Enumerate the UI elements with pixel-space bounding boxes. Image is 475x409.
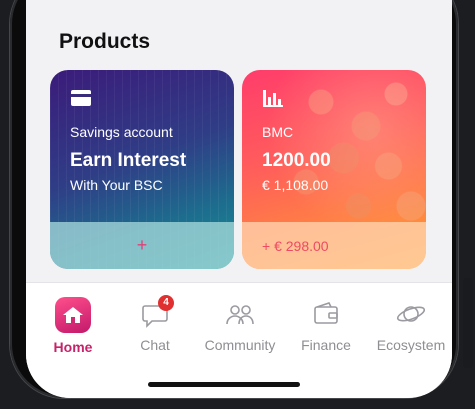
tab-community[interactable]: Community — [195, 297, 285, 353]
bmc-card[interactable]: BMC 1200.00 € 1,108.00 + € 298.00 — [242, 70, 426, 269]
card-value: Earn Interest — [70, 150, 187, 171]
chat-icon: 4 — [138, 295, 174, 331]
chat-badge: 4 — [158, 295, 174, 311]
tab-home[interactable]: Home — [28, 297, 118, 355]
card-add-button[interactable]: + — [50, 222, 234, 269]
section-title: Products — [59, 30, 151, 53]
tab-ecosystem[interactable]: Ecosystem — [366, 297, 452, 353]
tab-label: Chat — [140, 337, 170, 353]
tab-label: Community — [204, 337, 276, 353]
credit-card-icon — [71, 90, 91, 106]
tab-label: Ecosystem — [376, 337, 446, 353]
card-change: + € 298.00 — [242, 222, 426, 269]
wallet-icon — [309, 297, 343, 331]
app-screen: Products Savings account Earn Interest W… — [26, 0, 452, 398]
planet-icon — [394, 297, 428, 331]
tab-label: Home — [53, 339, 93, 355]
tab-label: Finance — [301, 337, 351, 353]
home-icon — [55, 297, 91, 333]
bar-chart-icon — [263, 90, 283, 107]
tab-finance[interactable]: Finance — [281, 297, 371, 353]
card-subtitle: With Your BSC — [70, 177, 163, 193]
phone-side-button — [463, 278, 473, 368]
card-subtitle: € 1,108.00 — [262, 177, 329, 193]
savings-account-card[interactable]: Savings account Earn Interest With Your … — [50, 70, 234, 269]
card-label: Savings account — [70, 124, 173, 140]
tab-chat[interactable]: 4 Chat — [110, 295, 200, 353]
card-label: BMC — [262, 124, 294, 140]
home-indicator — [148, 382, 300, 387]
tab-bar: Home 4 Chat Community Finance Ecosystem — [26, 282, 452, 398]
card-value: 1200.00 — [262, 150, 331, 171]
people-icon — [223, 297, 257, 331]
